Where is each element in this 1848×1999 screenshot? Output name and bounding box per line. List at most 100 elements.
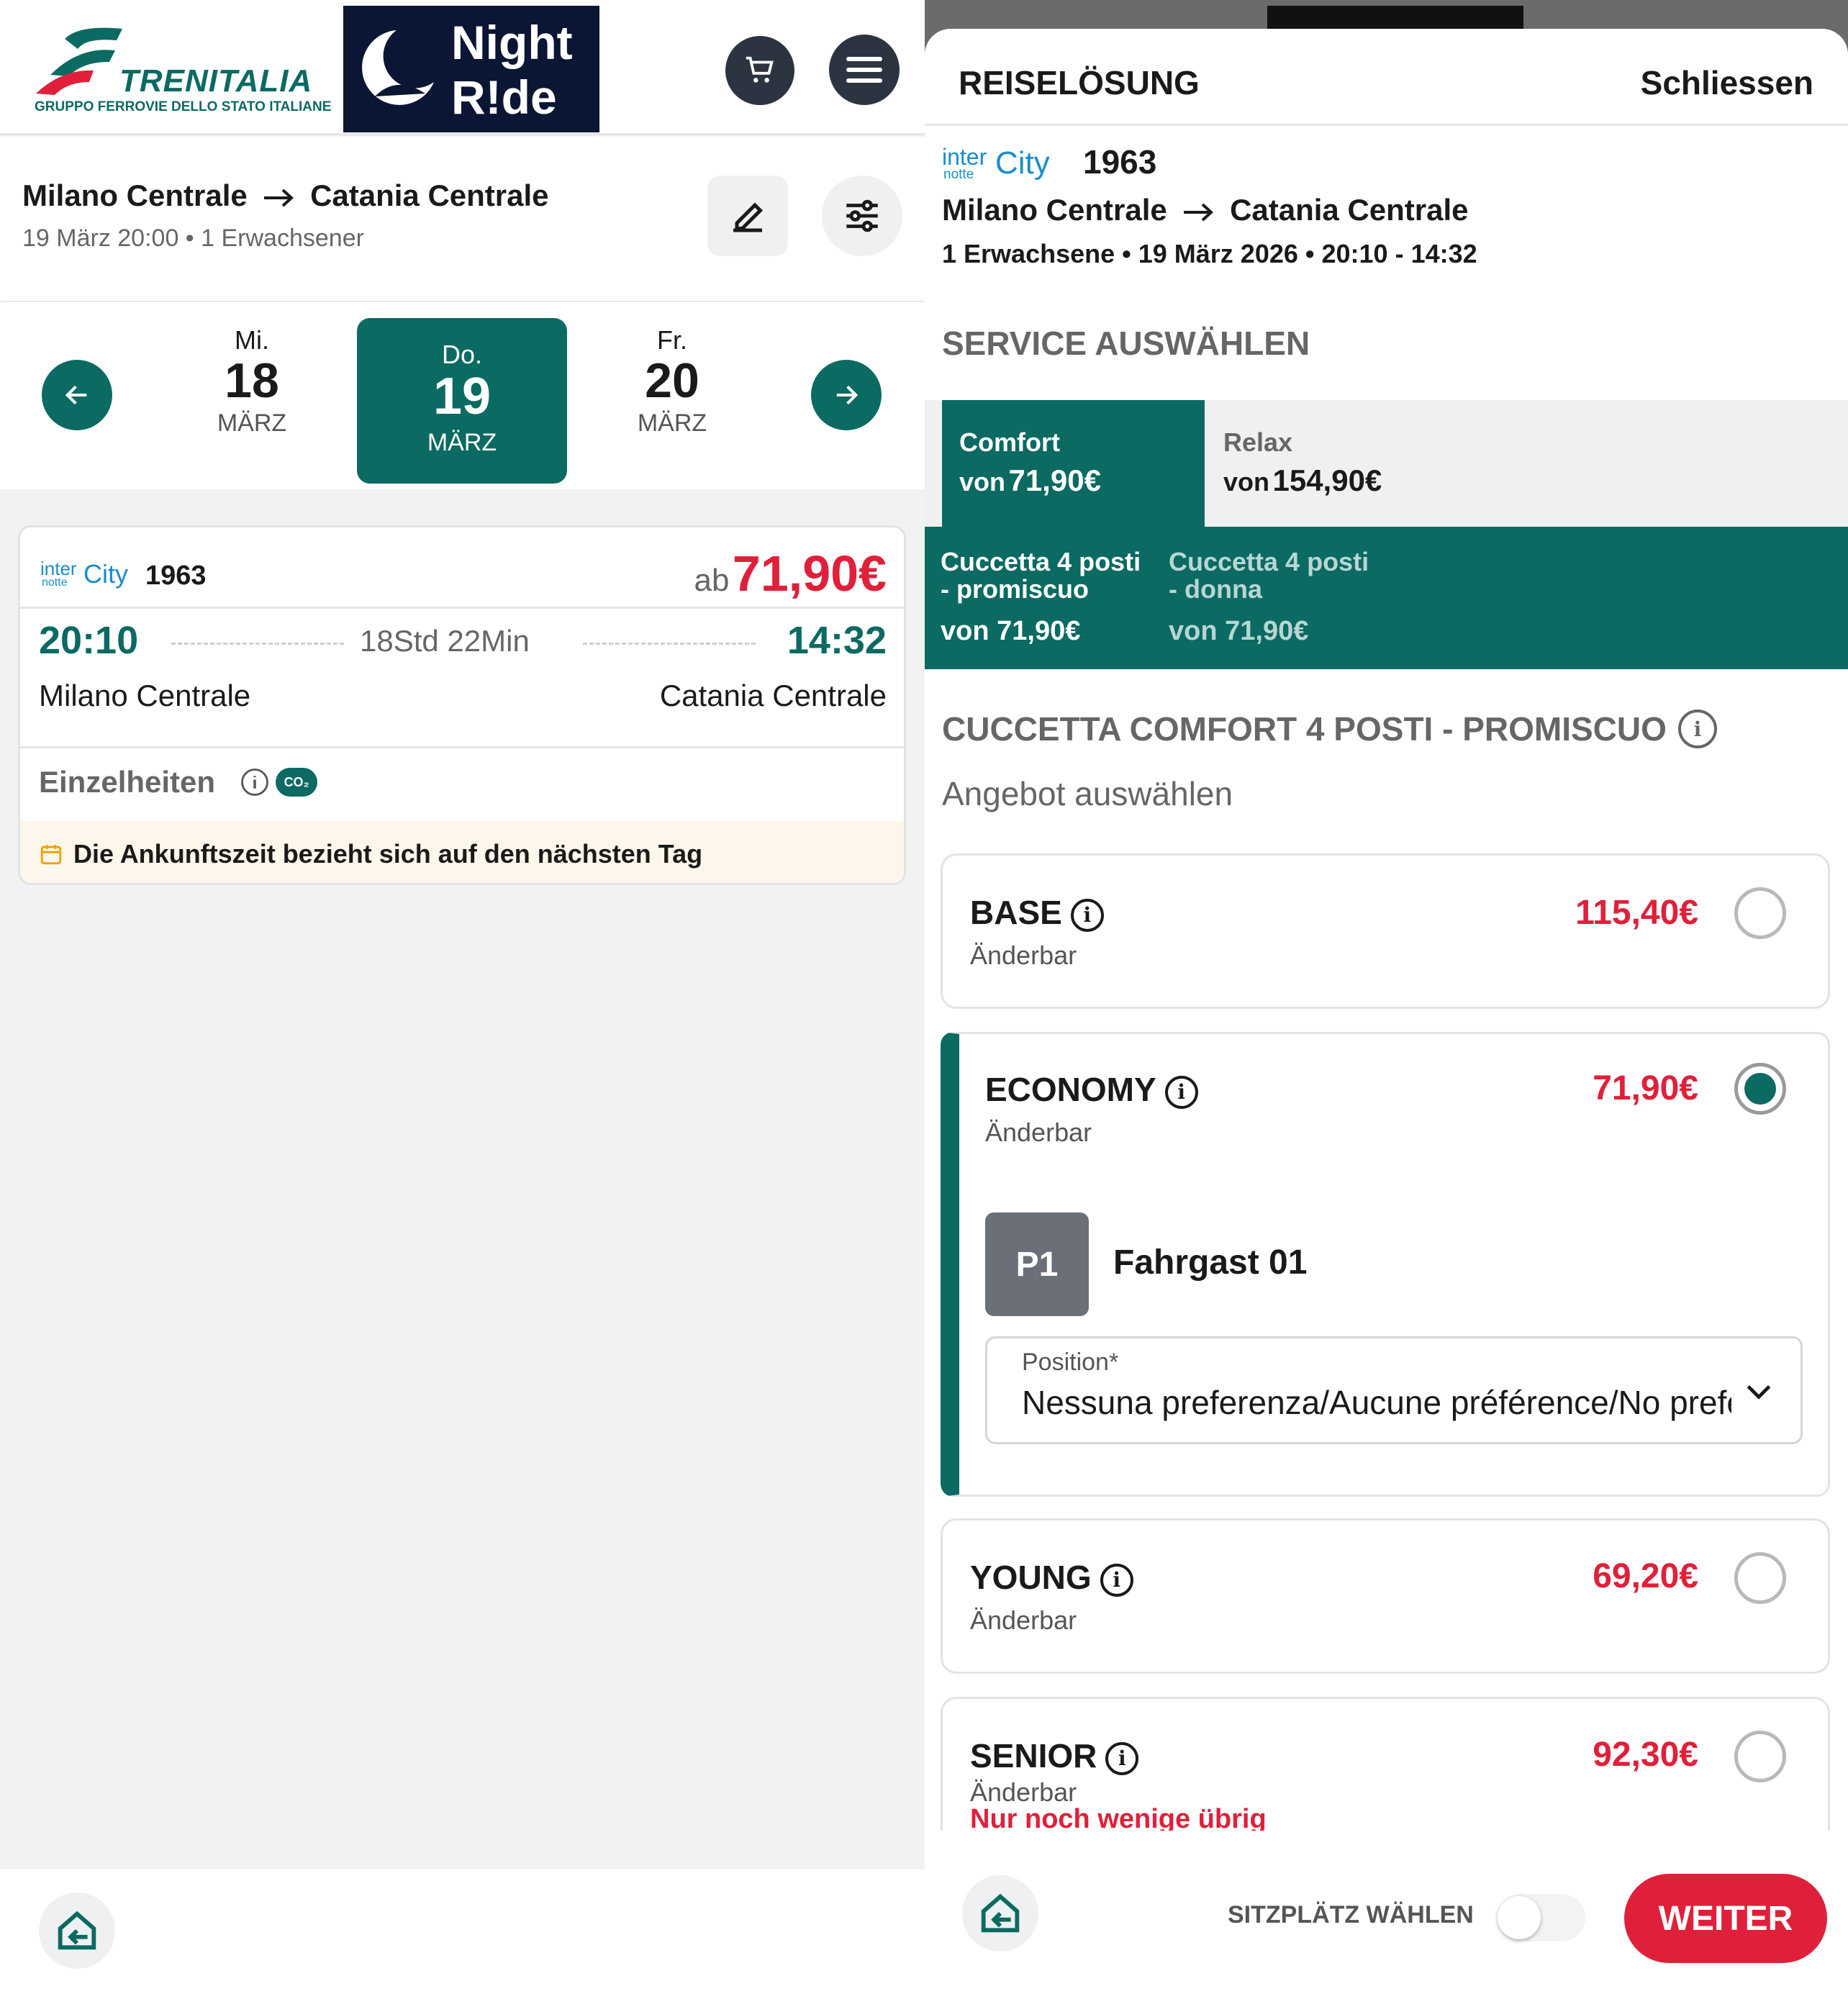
price-value: 71,90€ <box>732 545 887 602</box>
train-meta: 1 Erwachsene • 19 März 2026 • 20:10 - 14… <box>942 239 1477 268</box>
route-to: Catania Centrale <box>1230 193 1469 227</box>
edit-search-button[interactable] <box>707 176 788 256</box>
brand-notte: notte <box>42 576 68 589</box>
home-exit-button[interactable] <box>962 1875 1038 1952</box>
service-tab-comfort[interactable]: Comfort von 71,90€ <box>942 400 1205 527</box>
info-icon[interactable]: i <box>1105 1741 1139 1775</box>
service-tab-amount: 154,90€ <box>1272 463 1382 497</box>
berth-tab-line1: Cuccetta 4 posti <box>1169 547 1369 576</box>
brand-city: City <box>83 559 128 589</box>
date-day: 19 <box>432 368 492 425</box>
offer-card-base[interactable]: BASE i Änderbar 115,40€ <box>941 853 1830 1009</box>
prev-date-button[interactable] <box>42 360 112 430</box>
intercity-notte-logo: inter notte City <box>942 144 1079 184</box>
date-option-selected[interactable]: Do. 19 MÄRZ <box>357 318 567 484</box>
position-select[interactable]: Position* Nessuna preferenza/Aucune préf… <box>985 1336 1803 1444</box>
passenger-name: Fahrgast 01 <box>1113 1243 1308 1282</box>
menu-button[interactable] <box>829 35 900 105</box>
seat-selection-toggle[interactable] <box>1498 1894 1585 1941</box>
service-tab-price: von 154,90€ <box>1223 463 1449 498</box>
calendar-icon <box>40 845 62 865</box>
filter-icon <box>846 199 878 232</box>
offer-header: BASE i Änderbar <box>970 893 1104 971</box>
berth-tabs: Cuccetta 4 posti - promiscuo von 71,90€ … <box>925 527 1848 669</box>
info-icon[interactable]: i <box>1164 1075 1198 1109</box>
offer-card-young[interactable]: YOUNG i Änderbar 69,20€ <box>941 1518 1830 1674</box>
offer-header: YOUNG i Änderbar <box>970 1558 1133 1636</box>
arrow-right-small-icon <box>1184 203 1214 222</box>
nightride-logo[interactable]: Night R!de <box>343 6 599 132</box>
filter-button[interactable] <box>822 176 902 256</box>
train-result-card[interactable]: inter notte City 1963 ab 71,90€ 20:10 18… <box>18 525 906 885</box>
offer-radio[interactable] <box>1734 1731 1786 1782</box>
home-exit-icon <box>981 1893 1020 1933</box>
date-option[interactable]: Mi. 18 MÄRZ <box>180 325 324 438</box>
divider <box>20 607 904 609</box>
train-number: 1963 <box>145 561 207 591</box>
info-icon[interactable]: i <box>1100 1563 1133 1597</box>
close-button[interactable]: Schliessen <box>1641 63 1813 102</box>
offer-sub: Änderbar <box>970 1605 1077 1635</box>
date-month: MÄRZ <box>217 409 287 438</box>
service-tab-relax[interactable]: Relax von 154,90€ <box>1205 400 1467 527</box>
train-number: 1963 <box>1083 143 1157 181</box>
details-link[interactable]: Einzelheiten CO₂ <box>39 765 318 799</box>
berth-tab-donna[interactable]: Cuccetta 4 posti - donna von 71,90€ <box>1169 548 1369 647</box>
offer-card-economy[interactable]: ECONOMY i Änderbar 71,90€ P1 Fahrgast 01 … <box>941 1032 1830 1497</box>
date-weekday: Do. <box>441 340 483 369</box>
offer-price: 92,30€ <box>1593 1736 1698 1774</box>
info-icon[interactable]: i <box>1070 898 1104 932</box>
departure-time: 20:10 <box>39 619 139 662</box>
berth-tab-promiscuo[interactable]: Cuccetta 4 posti - promiscuo von 71,90€ <box>941 548 1141 647</box>
cart-button[interactable] <box>725 36 794 105</box>
trenitalia-logo[interactable]: TRENITALIA GRUPPO FERROVIE DELLO STATO I… <box>32 22 331 115</box>
low-availability-warning: Nur noch wenige übrig <box>970 1804 1267 1834</box>
home-exit-button[interactable] <box>39 1893 115 1969</box>
offer-sub: Änderbar <box>970 940 1077 970</box>
moon-icon <box>362 30 434 105</box>
service-tab-price: von 71,90€ <box>959 463 1187 498</box>
arrow-right-icon <box>836 385 859 405</box>
berth-tab-line2: - donna <box>1169 574 1262 604</box>
position-label: Position* <box>1022 1348 1119 1376</box>
route-from: Milano Centrale <box>942 193 1167 227</box>
berth-tab-line2: - promiscuo <box>941 574 1090 604</box>
route-from: Milano Centrale <box>22 178 248 212</box>
section-title-text: CUCCETTA COMFORT 4 POSTI - PROMISCUO <box>942 710 1667 748</box>
offer-name: BASE <box>970 894 1062 931</box>
service-tab-amount: 71,90€ <box>1008 463 1101 497</box>
right-screen: REISELÖSUNG Schliessen inter notte City … <box>925 0 1848 1999</box>
offer-radio[interactable] <box>1734 887 1786 939</box>
offer-radio-selected[interactable] <box>1734 1063 1786 1115</box>
next-date-button[interactable] <box>811 360 882 430</box>
service-tabs: Comfort von 71,90€ Relax von 154,90€ <box>925 400 1848 527</box>
info-icon <box>241 769 268 796</box>
berth-tab-price: von 71,90€ <box>1169 615 1309 646</box>
date-option[interactable]: Fr. 20 MÄRZ <box>600 325 744 438</box>
details-label: Einzelheiten <box>39 765 216 799</box>
modal-footer: SITZPLÄTZ WÄHLEN WEITER <box>925 1831 1848 1999</box>
journey-modal: REISELÖSUNG Schliessen inter notte City … <box>925 29 1848 1999</box>
offer-name-row: ECONOMY i <box>985 1070 1198 1109</box>
route: Milano Centrale Catania Centrale <box>942 193 1469 227</box>
dotted-line <box>171 643 344 645</box>
top-bar: TRENITALIA GRUPPO FERROVIE DELLO STATO I… <box>0 0 925 135</box>
departure-station: Milano Centrale <box>39 679 251 712</box>
date-month: MÄRZ <box>427 428 497 456</box>
date-day: 18 <box>225 353 279 408</box>
offer-name-row: BASE i <box>970 893 1104 932</box>
offer-price: 115,40€ <box>1575 894 1698 932</box>
dotted-line <box>583 643 756 645</box>
notice-text: Die Ankunftszeit bezieht sich auf den nä… <box>73 839 703 869</box>
date-selector: Mi. 18 MÄRZ Do. 19 MÄRZ Fr. 20 MÄRZ <box>0 302 925 489</box>
service-tab-name: Relax <box>1223 427 1293 457</box>
date-weekday: Fr. <box>657 325 687 355</box>
next-button[interactable]: WEITER <box>1624 1874 1827 1963</box>
brand-notte: notte <box>943 167 974 182</box>
home-exit-icon <box>58 1910 96 1950</box>
arrival-station: Catania Centrale <box>659 679 887 712</box>
divider <box>925 124 1848 126</box>
info-icon[interactable]: i <box>1677 710 1717 748</box>
duration: 18Std 22Min <box>360 624 530 658</box>
offer-radio[interactable] <box>1734 1552 1786 1604</box>
